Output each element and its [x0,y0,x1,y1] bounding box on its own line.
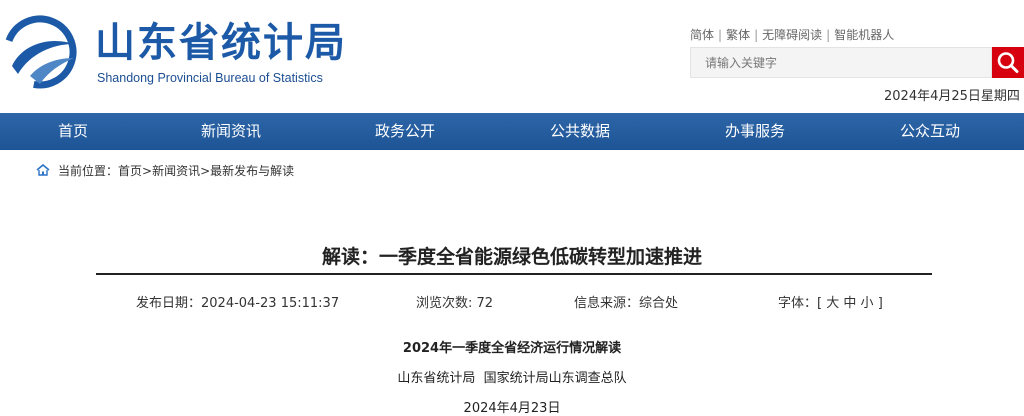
article-title: 解读：一季度全省能源绿色低碳转型加速推进 [321,246,702,268]
article-authors: 山东省统计局 国家统计局山东调查总队 [397,371,627,386]
separator: | [826,28,831,42]
nav-services[interactable]: 办事服务 [725,113,785,150]
nav-home[interactable]: 首页 [58,113,88,150]
info-source-label: 信息来源： [574,296,640,311]
search-icon [997,52,1019,73]
logo-chinese-name[interactable]: 山东省统计局 [95,19,347,67]
nav-public-interaction[interactable]: 公众互动 [900,113,960,150]
nav-news[interactable]: 新闻资讯 [201,113,261,150]
link-simplified[interactable]: 简体 [690,28,714,42]
breadcrumb: 当前位置：首页>新闻资讯>最新发布与解读 [36,162,294,179]
link-accessible-reading[interactable]: 无障碍阅读 [762,28,822,42]
info-source: 信息来源：综合处 [574,292,678,311]
search-button[interactable] [992,47,1024,78]
title-divider [96,273,932,275]
font-size-label: 字体：[ [778,296,823,311]
bureau-logo-icon[interactable] [0,14,80,90]
publish-date-label: 发布日期： [136,296,202,311]
view-count-value: 72 [476,296,494,311]
breadcrumb-prefix: 当前位置： [58,164,119,178]
search-box [690,47,992,78]
font-size-control: 字体：[ 大 中 小 ] [778,292,883,311]
home-icon [36,164,50,176]
separator: | [754,28,759,42]
font-medium-button[interactable]: 中 [843,296,856,311]
site-header: 山东省统计局 Shandong Provincial Bureau of Sta… [0,0,1024,113]
font-size-close-bracket: ] [877,296,883,311]
article-date: 2024年4月23日 [463,401,561,416]
breadcrumb-path[interactable]: 首页>新闻资讯>最新发布与解读 [118,164,294,178]
publish-date-value: 2024-04-23 15:11:37 [201,296,340,311]
search-input[interactable] [691,48,985,77]
publish-date: 发布日期：2024-04-23 15:11:37 [136,292,339,311]
main-nav: 首页 新闻资讯 政务公开 公共数据 办事服务 公众互动 [0,113,1024,150]
nav-public-data[interactable]: 公共数据 [550,113,610,150]
current-date: 2024年4月25日星期四 [884,89,1020,104]
link-smart-robot[interactable]: 智能机器人 [834,28,894,42]
view-count: 浏览次数: 72 [416,292,493,311]
logo-english-name: Shandong Provincial Bureau of Statistics [97,71,323,85]
quick-links: 简体 | 繁体 | 无障碍阅读 | 智能机器人 [690,26,894,43]
font-small-button[interactable]: 小 [861,296,874,311]
separator: | [718,28,723,42]
font-large-button[interactable]: 大 [826,296,839,311]
article-subheading: 2024年一季度全省经济运行情况解读 [402,341,622,356]
link-traditional[interactable]: 繁体 [726,28,750,42]
nav-government-affairs[interactable]: 政务公开 [375,113,435,150]
view-count-label: 浏览次数: [416,296,477,311]
info-source-value: 综合处 [639,296,679,311]
